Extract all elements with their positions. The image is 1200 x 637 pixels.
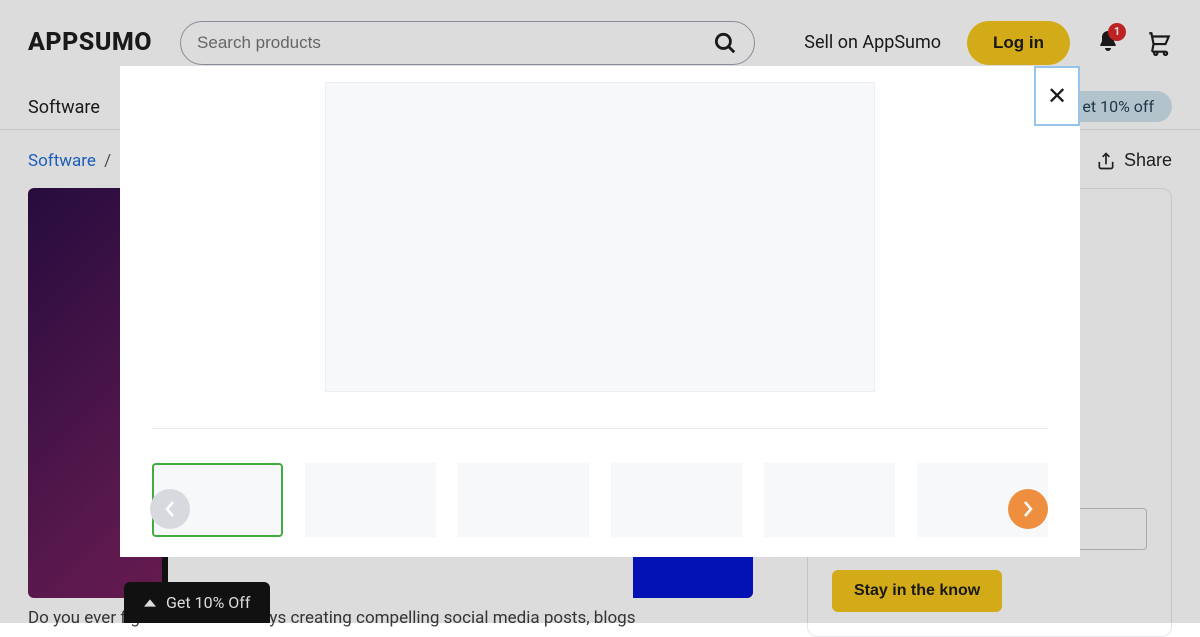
- modal-main-image: [325, 82, 875, 392]
- thumbnail-row: [152, 463, 1048, 537]
- modal-close-button[interactable]: ✕: [1034, 66, 1080, 126]
- modal-divider: [152, 428, 1048, 429]
- thumbnail-5[interactable]: [764, 463, 895, 537]
- chevron-left-icon: [162, 501, 178, 517]
- carousel-next-button[interactable]: [1008, 489, 1048, 529]
- thumbnail-2[interactable]: [305, 463, 436, 537]
- chevron-right-icon: [1020, 501, 1036, 517]
- media-modal: [120, 66, 1080, 557]
- carousel-prev-button[interactable]: [150, 489, 190, 529]
- thumbnail-4[interactable]: [611, 463, 742, 537]
- thumbnail-3[interactable]: [458, 463, 589, 537]
